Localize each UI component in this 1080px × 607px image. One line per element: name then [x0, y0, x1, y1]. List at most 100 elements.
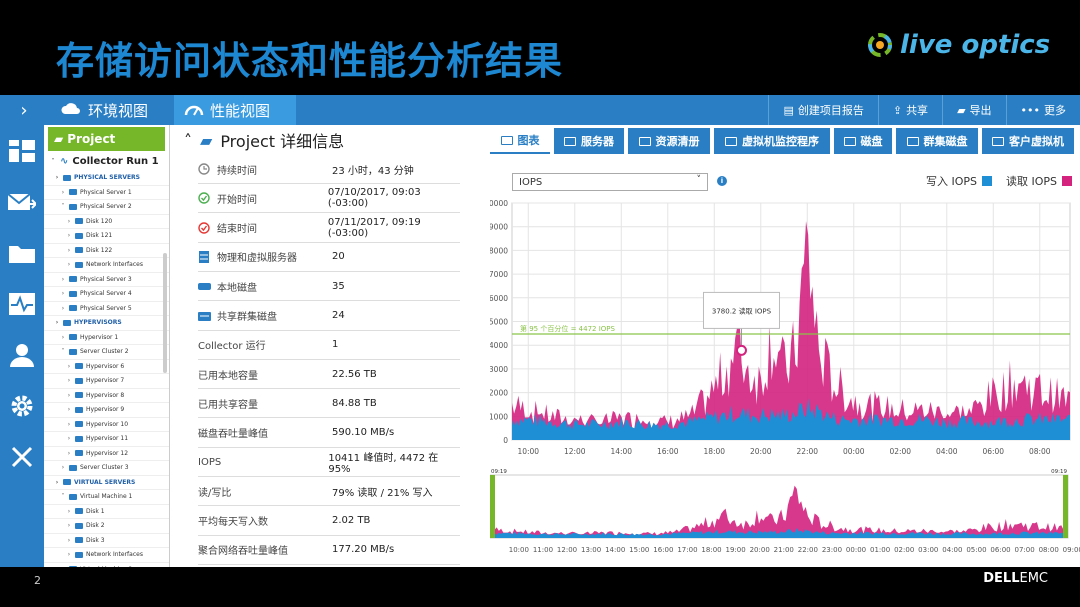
tree-item[interactable]: › Disk 2: [44, 519, 169, 534]
detail-row: 开始时间 07/10/2017, 09:03 (-03:00): [198, 184, 460, 214]
tree-item[interactable]: › Hypervisor 8: [44, 389, 169, 403]
range-end-label: 09:19: [1051, 469, 1067, 475]
x-tick-label: 02:00: [889, 447, 911, 456]
tree-item[interactable]: ˅ Server Cluster 2: [44, 345, 169, 360]
detail-label: 已用共享容量: [198, 399, 258, 411]
mail-send-icon[interactable]: [0, 176, 44, 227]
chevron-down-icon: ˅: [696, 175, 702, 185]
chevron-down-icon: ˅: [61, 203, 65, 211]
details-header[interactable]: ˄ ▰ Project 详细信息: [170, 125, 490, 155]
tree-node-icon: [75, 232, 83, 239]
tree-node-icon: [75, 522, 83, 529]
navigator-x-tick-label: 14:00: [605, 546, 625, 554]
tree-item[interactable]: › Disk 121: [44, 229, 169, 244]
detail-label: 结束时间: [217, 224, 257, 236]
live-optics-logo: live optics: [866, 30, 1050, 60]
tree-item[interactable]: › Disk 1: [44, 505, 169, 519]
chevron-right-icon: ›: [61, 188, 65, 196]
chart-tab[interactable]: 服务器: [554, 128, 624, 154]
tree-item[interactable]: › Disk 122: [44, 244, 169, 258]
navigator-x-tick-label: 23:00: [822, 546, 842, 554]
detail-label: 共享群集磁盘: [217, 312, 277, 323]
more-dots-icon: •••: [1020, 103, 1040, 117]
folder-open-icon: ▰: [200, 130, 213, 150]
detail-row: 读/写比 79% 读取 / 21% 写入: [198, 477, 460, 507]
detail-label: 已用本地容量: [198, 370, 258, 382]
tree-item[interactable]: › Hypervisor 1: [44, 331, 169, 345]
tree-item[interactable]: › Server Cluster 3: [44, 461, 169, 476]
tools-icon[interactable]: [0, 431, 44, 482]
tree-collector-run[interactable]: ˅ ∿ Collector Run 1: [44, 151, 169, 171]
share-button[interactable]: ⇪ 共享: [877, 95, 942, 125]
chart-tab[interactable]: 图表: [490, 128, 550, 154]
tree-item[interactable]: › Hypervisor 9: [44, 403, 169, 418]
gear-icon[interactable]: [0, 380, 44, 431]
chart-tab[interactable]: 磁盘: [834, 128, 892, 154]
tree-item[interactable]: › Hypervisor 12: [44, 447, 169, 461]
folder-icon[interactable]: [0, 227, 44, 278]
detail-label: 聚合网络吞吐量峰值: [198, 546, 288, 558]
detail-value: 24: [332, 310, 345, 321]
tree-item[interactable]: ˅ Physical Server 2: [44, 200, 169, 215]
tree-section-header[interactable]: › HYPERVISORS: [44, 316, 169, 331]
detail-value: 10411 峰值时, 4472 在 95%: [328, 453, 439, 475]
tree-item[interactable]: › Physical Server 1: [44, 186, 169, 200]
tab-label: 环境视图: [88, 101, 149, 120]
navigator-x-tick-label: 19:00: [726, 546, 746, 554]
top-tab-bar: › 环境视图 性能视图 ▤ 创建项目报告 ⇪ 共享 ▰ 导出 ••• 更多: [0, 95, 1080, 125]
dashboard-icon[interactable]: [0, 125, 44, 176]
tab-performance-view[interactable]: 性能视图: [174, 95, 296, 125]
expand-nav-chevron-icon[interactable]: ›: [0, 95, 48, 125]
tree-item[interactable]: › Physical Server 4: [44, 287, 169, 302]
tree-node-icon: [69, 348, 77, 355]
tab-environment-view[interactable]: 环境视图: [50, 95, 158, 125]
pulse-icon[interactable]: [0, 278, 44, 329]
chart-tab[interactable]: 客户虚拟机: [982, 128, 1074, 154]
tree-project-node[interactable]: ▰ Project: [48, 127, 165, 151]
detail-label: 平均每天写入数: [198, 517, 268, 529]
info-icon[interactable]: i: [717, 176, 727, 186]
y-tick-label: 3000: [490, 365, 508, 374]
tree-scrollbar[interactable]: [163, 253, 167, 373]
more-button[interactable]: ••• 更多: [1005, 95, 1080, 125]
detail-value: 07/11/2017, 09:19 (-03:00): [327, 216, 421, 239]
tree-node-icon: [69, 566, 77, 567]
tree-section-header[interactable]: › PHYSICAL SERVERS: [44, 171, 169, 186]
tree-item[interactable]: › Hypervisor 10: [44, 418, 169, 432]
legend-swatch-read: [1062, 176, 1072, 186]
navigator-x-tick-label: 02:00: [894, 546, 914, 554]
legend-write[interactable]: 写入 IOPS: [926, 173, 992, 189]
tree-items: › PHYSICAL SERVERS › Physical Server 1 ˅ Phys…: [44, 171, 169, 567]
detail-row: 聚合网络吞吐量峰值 177.20 MB/s: [198, 536, 460, 565]
tree-item[interactable]: › Disk 3: [44, 534, 169, 548]
chart-tab[interactable]: 群集磁盘: [896, 128, 978, 154]
tree-section-header[interactable]: › VIRTUAL SERVERS: [44, 476, 169, 490]
chart-tab[interactable]: 虚拟机监控程序: [714, 128, 830, 154]
tree-item[interactable]: › Hypervisor 11: [44, 432, 169, 447]
tree-item[interactable]: › Hypervisor 6: [44, 360, 169, 374]
metric-select[interactable]: IOPS ˅: [512, 173, 708, 191]
chart-tab[interactable]: 资源清册: [628, 128, 710, 154]
tree-item[interactable]: › Disk 120: [44, 215, 169, 229]
range-start-handle: [490, 475, 495, 538]
tree-item[interactable]: › Physical Server 5: [44, 302, 169, 316]
chart-tabs: 图表 服务器 资源清册 虚拟机监控程序 磁盘 群集磁盘 客户虚拟机: [490, 128, 1080, 154]
tree-item[interactable]: ˅ Virtual Machine 1: [44, 490, 169, 505]
create-report-button[interactable]: ▤ 创建项目报告: [768, 95, 877, 125]
user-icon[interactable]: [0, 329, 44, 380]
tree-item[interactable]: › Hypervisor 7: [44, 374, 169, 389]
folder-open-icon: ▰: [54, 132, 64, 146]
page-number: 2: [34, 574, 41, 587]
tree-node-icon: [63, 174, 71, 181]
y-tick-label: 6000: [490, 294, 508, 303]
tree-item[interactable]: › Physical Server 3: [44, 273, 169, 287]
report-icon: ▤: [783, 103, 794, 117]
tree-item[interactable]: › Network Interfaces: [44, 548, 169, 563]
navigator-area: [490, 474, 1069, 539]
legend-read[interactable]: 读取 IOPS: [1006, 173, 1072, 189]
detail-row: 本地磁盘 35: [198, 272, 460, 302]
export-button[interactable]: ▰ 导出: [942, 95, 1005, 125]
x-tick-label: 18:00: [703, 447, 725, 456]
tree-item[interactable]: ›Virtual Machine 2: [44, 563, 169, 567]
tree-item[interactable]: › Network Interfaces: [44, 258, 169, 273]
